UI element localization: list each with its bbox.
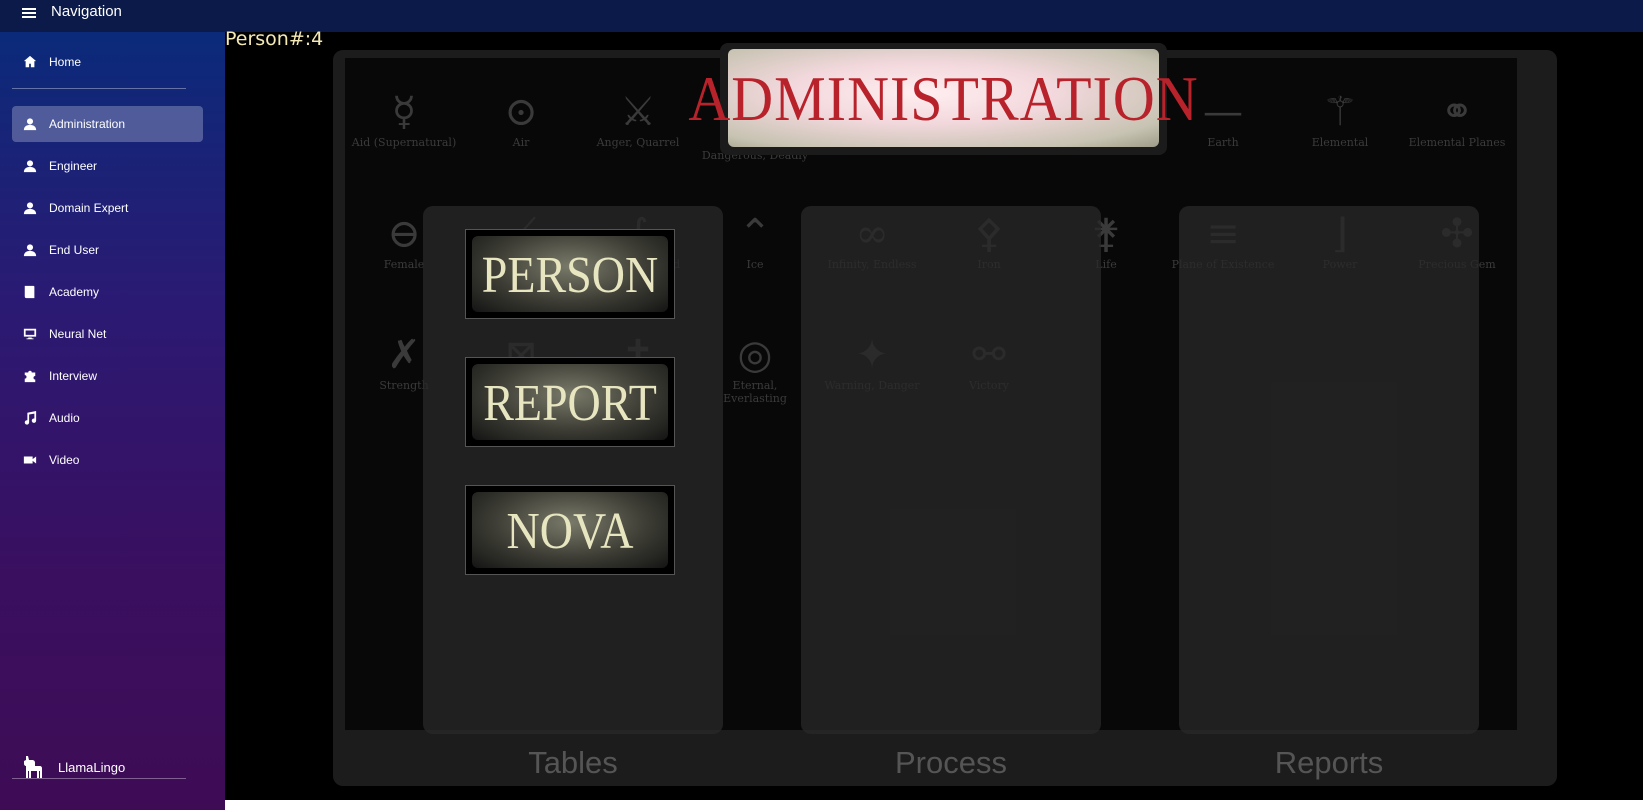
report-button[interactable]: REPORT	[465, 357, 675, 447]
sidebar-item-label: Neural Net	[49, 327, 107, 341]
glyph-symbol: ⊙	[504, 89, 538, 135]
sidebar-item-label: Interview	[49, 369, 98, 383]
glyph-symbol: ☿	[391, 89, 417, 135]
sidebar-item-label: Audio	[49, 411, 80, 425]
nova-button-label: NOVA	[506, 501, 634, 559]
reports-caption: Reports	[1274, 745, 1384, 780]
home-icon	[23, 55, 37, 69]
sidebar-item-engineer[interactable]: Engineer	[12, 148, 203, 184]
glyph-label: Earth	[1207, 136, 1239, 149]
video-icon	[23, 453, 37, 467]
process-caption: Process	[895, 745, 1007, 780]
backdrop-glyph: ⚔ Anger, Quarrel	[583, 88, 693, 149]
person-button-label: PERSON	[481, 245, 659, 303]
sidebar-item-neural-net[interactable]: Neural Net	[12, 316, 203, 352]
sidebar-item-label: Academy	[49, 285, 100, 299]
puzzle-icon	[23, 369, 37, 383]
sidebar-item-domain-expert[interactable]: Domain Expert	[12, 190, 203, 226]
sidebar-item-academy[interactable]: Academy	[12, 274, 203, 310]
backdrop-glyph: ⊙ Air	[466, 88, 576, 149]
record-id-label: Person#:4	[225, 28, 324, 50]
tables-caption: Tables	[528, 745, 618, 780]
sidebar-item-end-user[interactable]: End User	[12, 232, 203, 268]
sidebar-item-label: Home	[49, 55, 82, 69]
page-title: ADMINISTRATION	[688, 62, 1199, 134]
glyph-symbol: ⚚	[1322, 89, 1358, 135]
sidebar: Home Administration Engineer Domain Expe…	[0, 32, 225, 810]
sidebar-item-home[interactable]: Home	[12, 44, 203, 80]
administration-banner: ADMINISTRATION	[688, 43, 1198, 155]
person-icon	[23, 117, 37, 131]
backdrop-glyph: ⚭ Elemental Planes	[1402, 88, 1512, 149]
glyph-label: Aid (Supernatural)	[351, 136, 457, 149]
sidebar-divider	[12, 88, 186, 89]
glyph-label: Anger, Quarrel	[596, 136, 680, 149]
person-icon	[23, 201, 37, 215]
brand[interactable]: LlamaLingo	[20, 754, 125, 780]
sidebar-item-audio[interactable]: Audio	[12, 400, 203, 436]
book-icon	[23, 285, 37, 299]
nav-title: Navigation	[51, 3, 122, 20]
sidebar-item-interview[interactable]: Interview	[12, 358, 203, 394]
brand-label: LlamaLingo	[58, 759, 126, 775]
glyph-symbol: ⚔	[620, 89, 656, 135]
llama-icon	[24, 756, 42, 778]
person-button[interactable]: PERSON	[465, 229, 675, 319]
sidebar-item-administration[interactable]: Administration	[12, 106, 203, 142]
glyph-label: Elemental	[1311, 136, 1369, 149]
sidebar-item-video[interactable]: Video	[12, 442, 203, 478]
monitor-icon	[23, 327, 37, 341]
nova-button[interactable]: NOVA	[465, 485, 675, 575]
glyph-label: Elemental Planes	[1408, 136, 1506, 149]
process-panel	[801, 206, 1101, 734]
backdrop-glyph: ⚚ Elemental	[1285, 88, 1395, 149]
glyph-label: Air	[512, 136, 530, 149]
sidebar-item-label: Engineer	[49, 159, 98, 173]
backdrop-glyph: ☿ Aid (Supernatural)	[349, 88, 459, 149]
sidebar-item-label: Domain Expert	[49, 201, 129, 215]
sidebar-item-label: Administration	[49, 117, 126, 131]
report-button-label: REPORT	[483, 373, 657, 431]
glyph-symbol: ⚭	[1440, 89, 1474, 135]
person-icon	[23, 243, 37, 257]
hamburger-menu-icon[interactable]	[22, 6, 36, 18]
sidebar-item-label: Video	[49, 453, 80, 467]
reports-panel	[1179, 206, 1479, 734]
music-icon	[23, 411, 37, 425]
person-icon	[23, 159, 37, 173]
sidebar-item-label: End User	[49, 243, 100, 257]
